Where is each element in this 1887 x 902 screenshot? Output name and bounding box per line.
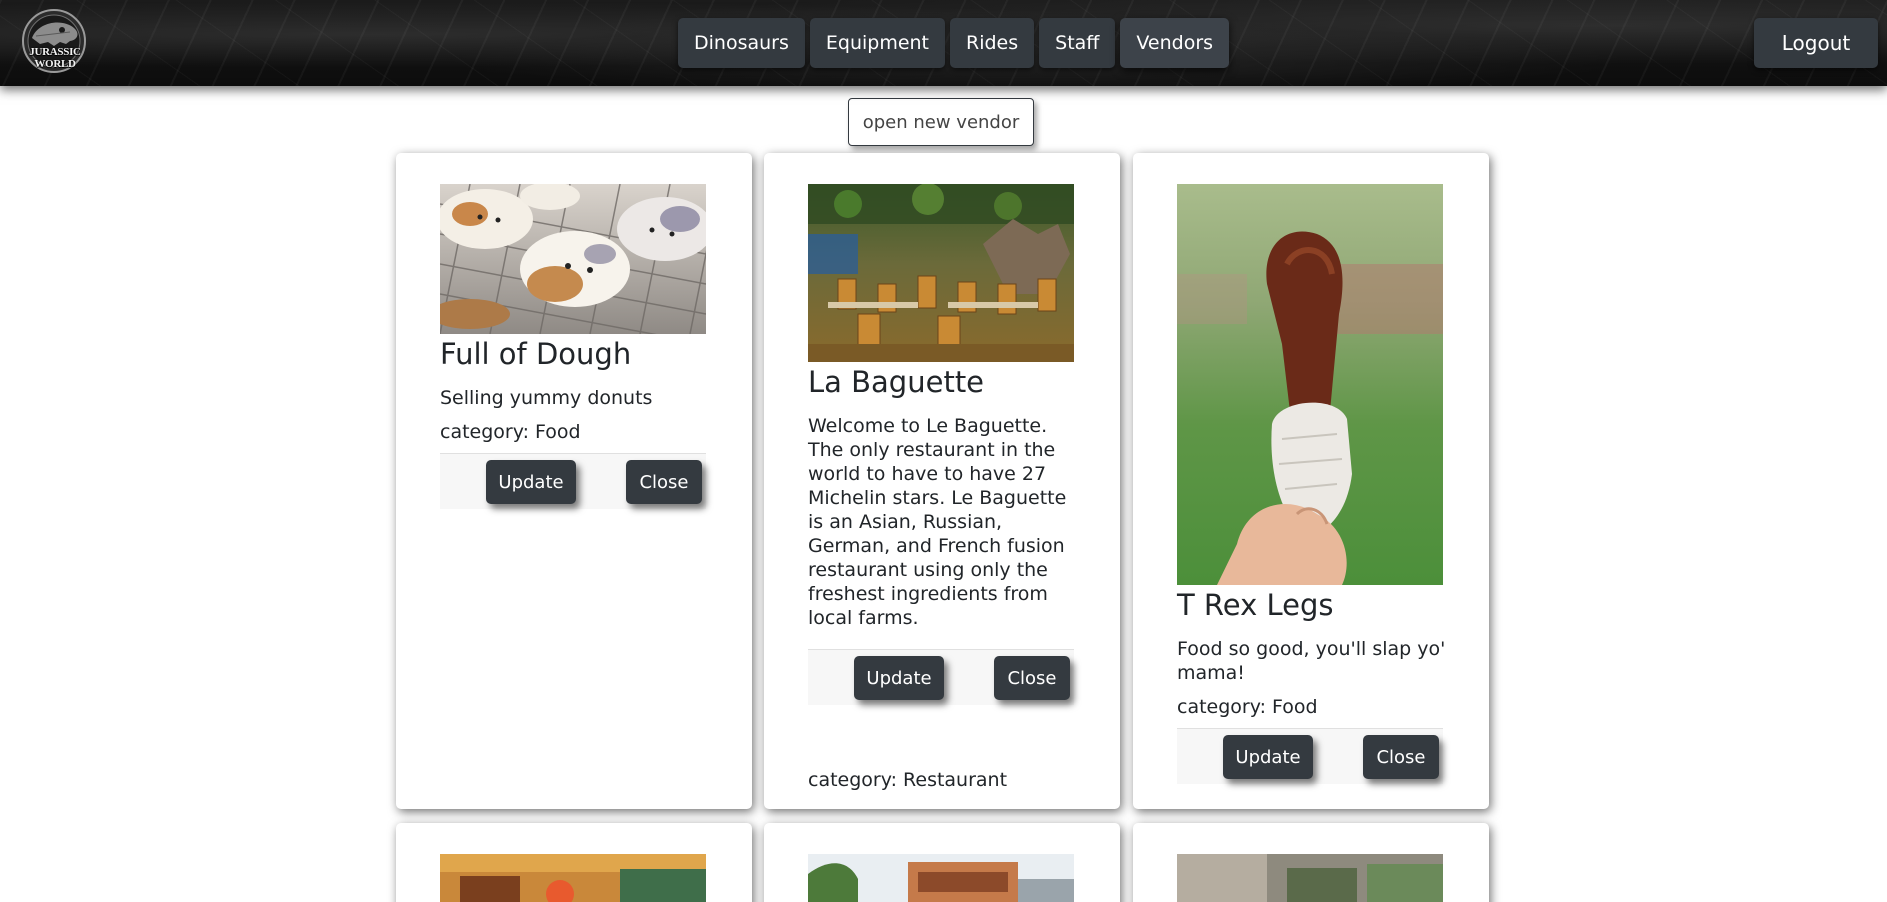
card-footer: Update Close — [1177, 728, 1443, 784]
vendor-card: Full of Dough Selling yummy donuts categ… — [396, 153, 752, 809]
vendor-description: Welcome to Le Baguette. The only restaur… — [808, 415, 1067, 629]
close-button[interactable]: Close — [626, 460, 702, 504]
vendor-image-kiosk — [808, 854, 1074, 902]
nav-vendors[interactable]: Vendors — [1120, 18, 1230, 68]
nav-staff[interactable]: Staff — [1039, 18, 1116, 68]
card-footer: Update Close — [440, 453, 706, 509]
nav-dinosaurs[interactable]: Dinosaurs — [678, 18, 805, 68]
top-navbar: JURASSIC WORLD Dinosaurs Equipment Rides… — [0, 0, 1887, 86]
vendor-category: category: Food — [440, 421, 581, 443]
jurassic-world-logo[interactable]: JURASSIC WORLD — [10, 8, 98, 74]
vendor-image-restaurant — [808, 184, 1074, 362]
nav-rides[interactable]: Rides — [950, 18, 1035, 68]
vendor-name: T Rex Legs — [1177, 588, 1334, 622]
logo-text: JURASSIC WORLD — [29, 46, 81, 70]
vendor-description: Food so good, you'll slap yo' mama! — [1177, 638, 1446, 684]
vendor-card: T Rex Legs Food so good, you'll slap yo'… — [1133, 153, 1489, 809]
vendor-image-turkey-leg — [1177, 184, 1443, 585]
nav-equipment[interactable]: Equipment — [809, 18, 946, 68]
vendor-name: Full of Dough — [440, 337, 632, 371]
open-new-vendor-button[interactable]: open new vendor — [848, 98, 1034, 146]
vendor-category: category: Restaurant — [808, 769, 1008, 791]
close-button[interactable]: Close — [1363, 735, 1439, 779]
nav-links: Dinosaurs Equipment Rides Staff Vendors — [678, 18, 1230, 68]
vendor-card — [1133, 823, 1489, 902]
vendor-card: La Baguette Welcome to Le Baguette. The … — [764, 153, 1120, 809]
close-button[interactable]: Close — [994, 656, 1070, 700]
vendor-name: La Baguette — [808, 365, 985, 399]
vendor-card — [396, 823, 752, 902]
vendor-image-donuts — [440, 184, 706, 334]
vendor-category: category: Food — [1177, 696, 1318, 718]
vendor-image-souvenir — [1177, 854, 1443, 902]
vendor-card — [764, 823, 1120, 902]
update-button[interactable]: Update — [854, 656, 944, 700]
update-button[interactable]: Update — [1223, 735, 1313, 779]
logout-button[interactable]: Logout — [1754, 18, 1878, 68]
update-button[interactable]: Update — [486, 460, 576, 504]
vendor-description: Selling yummy donuts — [440, 387, 653, 409]
card-footer: Update Close — [808, 649, 1074, 705]
vendor-image-shop — [440, 854, 706, 902]
